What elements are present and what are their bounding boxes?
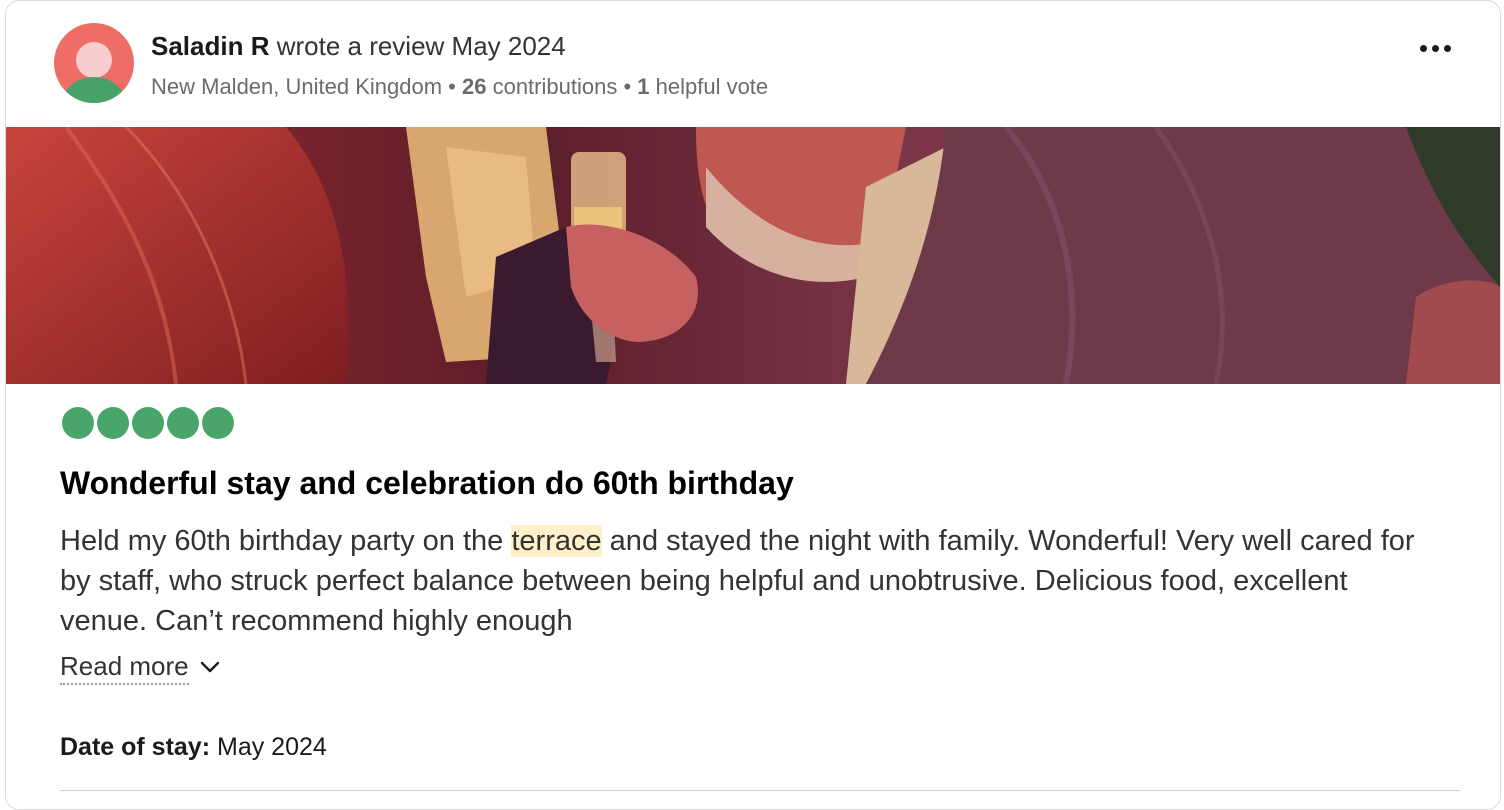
contributions-count: 26 — [461, 74, 487, 99]
review-photo[interactable] — [6, 127, 1500, 384]
review-header: Saladin R wrote a review May 2024 — [151, 30, 566, 62]
more-horizontal-icon — [1417, 44, 1453, 52]
rating-bubble — [167, 407, 199, 439]
chevron-down-icon — [200, 661, 219, 673]
rating-bubble — [97, 407, 129, 439]
read-more-button[interactable]: Read more — [60, 649, 221, 685]
contributions-label: contributions — [486, 74, 618, 99]
date-of-stay: Date of stay: May 2024 — [60, 731, 327, 763]
helpful-count: 1 — [637, 74, 650, 99]
review-body: Held my 60th birthday party on the terra… — [60, 521, 1420, 641]
review-card: Saladin R wrote a review May 2024 New Ma… — [5, 0, 1501, 810]
helpful-label: helpful vote — [649, 74, 769, 99]
avatar-body — [63, 77, 125, 103]
review-title[interactable]: Wonderful stay and celebration do 60th b… — [60, 463, 794, 503]
date-of-stay-value: May 2024 — [210, 733, 327, 761]
review-action-text: wrote a review May 2024 — [269, 31, 566, 61]
highlighted-keyword: terrace — [511, 525, 602, 557]
more-options-button[interactable] — [1410, 31, 1460, 65]
avatar[interactable] — [54, 23, 134, 103]
rating-bubble — [62, 407, 94, 439]
reviewer-name[interactable]: Saladin R — [151, 31, 269, 61]
rating-bubble — [202, 407, 234, 439]
read-more-label: Read more — [60, 649, 189, 685]
separator: • — [617, 74, 638, 99]
rating-bubbles — [62, 407, 237, 439]
divider — [60, 790, 1460, 791]
separator: • — [442, 74, 462, 99]
date-of-stay-label: Date of stay: — [60, 733, 211, 761]
rating-bubble — [132, 407, 164, 439]
reviewer-meta: New Malden, United Kingdom • 26 contribu… — [151, 73, 768, 101]
avatar-head — [76, 42, 112, 78]
review-body-text: Held my 60th birthday party on the — [60, 525, 512, 557]
photo-image — [6, 127, 1500, 384]
reviewer-location: New Malden, United Kingdom — [151, 74, 443, 99]
